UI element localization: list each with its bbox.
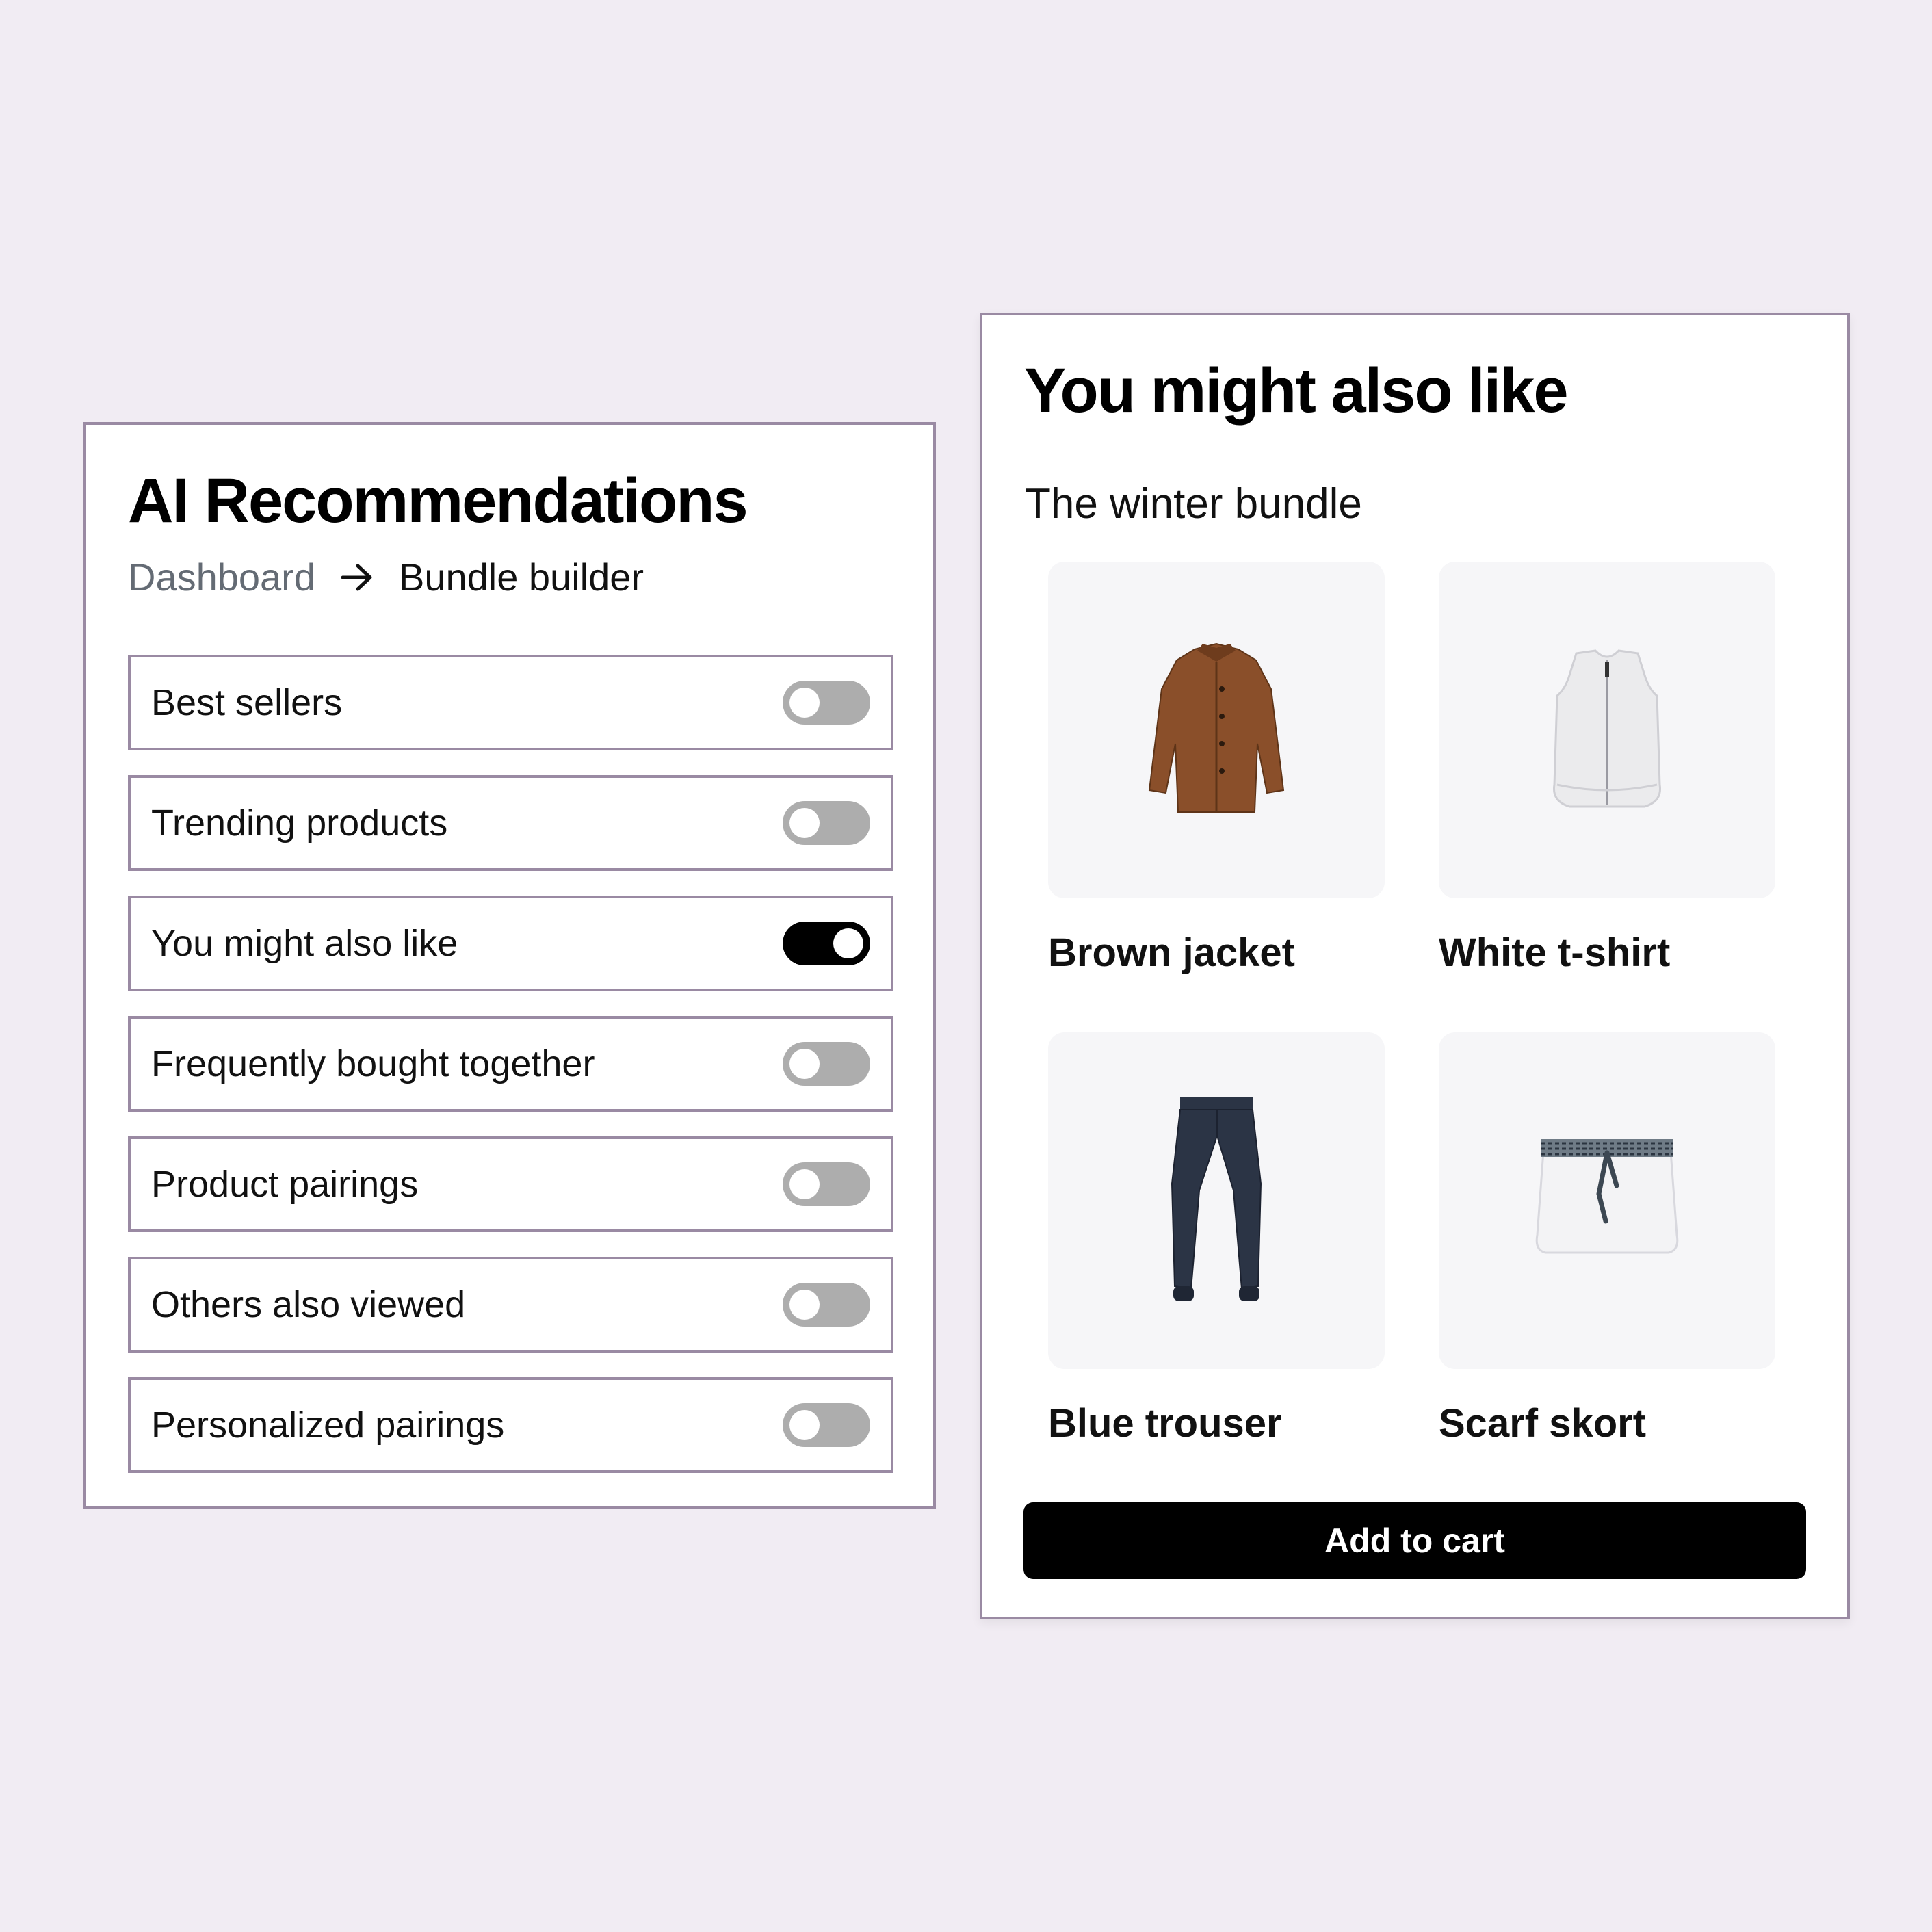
product-image[interactable] [1439,1032,1775,1369]
bundle-preview-panel: You might also like The winter bundle Br… [980,313,1850,1619]
breadcrumb: Dashboard Bundle builder [128,555,644,599]
option-label: Frequently bought together [151,1043,595,1084]
toggle-knob [789,1290,820,1320]
product-card-brown-jacket[interactable]: Brown jacket [1048,562,1385,975]
option-trending-products[interactable]: Trending products [128,775,893,871]
jacket-icon [1148,642,1285,813]
trouser-icon [1171,1097,1262,1301]
toggle-knob [789,1049,820,1079]
option-best-sellers[interactable]: Best sellers [128,655,893,750]
page-title: AI Recommendations [128,466,748,536]
arrow-right-icon [340,562,374,592]
option-label: Best sellers [151,682,343,723]
you-might-also-like-toggle[interactable] [783,922,870,965]
option-label: Personalized pairings [151,1405,505,1446]
best-sellers-toggle[interactable] [783,681,870,724]
product-image[interactable] [1439,562,1775,898]
option-product-pairings[interactable]: Product pairings [128,1136,893,1232]
preview-title: You might also like [1024,356,1569,426]
toggle-knob [789,808,820,838]
recommendation-options-list: Best sellers Trending products You might… [128,655,893,1498]
product-image[interactable] [1048,562,1385,898]
bundle-name: The winter bundle [1025,480,1362,527]
product-name: White t-shirt [1439,930,1671,975]
product-card-white-t-shirt[interactable]: White t-shirt [1439,562,1775,975]
others-also-viewed-toggle[interactable] [783,1283,870,1327]
toggle-knob [833,928,863,958]
ai-recommendations-panel: AI Recommendations Dashboard Bundle buil… [83,422,936,1509]
breadcrumb-dashboard-link[interactable]: Dashboard [128,555,315,599]
option-label: You might also like [151,923,458,964]
product-name: Brown jacket [1048,930,1295,975]
toggle-knob [789,1410,820,1440]
product-card-blue-trouser[interactable]: Blue trouser [1048,1032,1385,1446]
product-name: Blue trouser [1048,1401,1282,1446]
option-label: Product pairings [151,1164,419,1205]
trending-products-toggle[interactable] [783,801,870,845]
add-to-cart-button[interactable]: Add to cart [1023,1502,1806,1579]
product-card-scarf-skort[interactable]: Scarf skort [1439,1032,1775,1446]
vest-icon [1552,649,1662,808]
option-frequently-bought-together[interactable]: Frequently bought together [128,1016,893,1112]
option-you-might-also-like[interactable]: You might also like [128,896,893,991]
toggle-knob [789,688,820,718]
product-name: Scarf skort [1439,1401,1647,1446]
skort-icon [1535,1139,1679,1254]
option-label: Trending products [151,802,448,844]
breadcrumb-current: Bundle builder [398,556,644,599]
frequently-bought-together-toggle[interactable] [783,1042,870,1086]
product-pairings-toggle[interactable] [783,1162,870,1206]
product-image[interactable] [1048,1032,1385,1369]
personalized-pairings-toggle[interactable] [783,1403,870,1447]
option-personalized-pairings[interactable]: Personalized pairings [128,1377,893,1473]
option-others-also-viewed[interactable]: Others also viewed [128,1257,893,1353]
toggle-knob [789,1169,820,1199]
option-label: Others also viewed [151,1284,466,1325]
